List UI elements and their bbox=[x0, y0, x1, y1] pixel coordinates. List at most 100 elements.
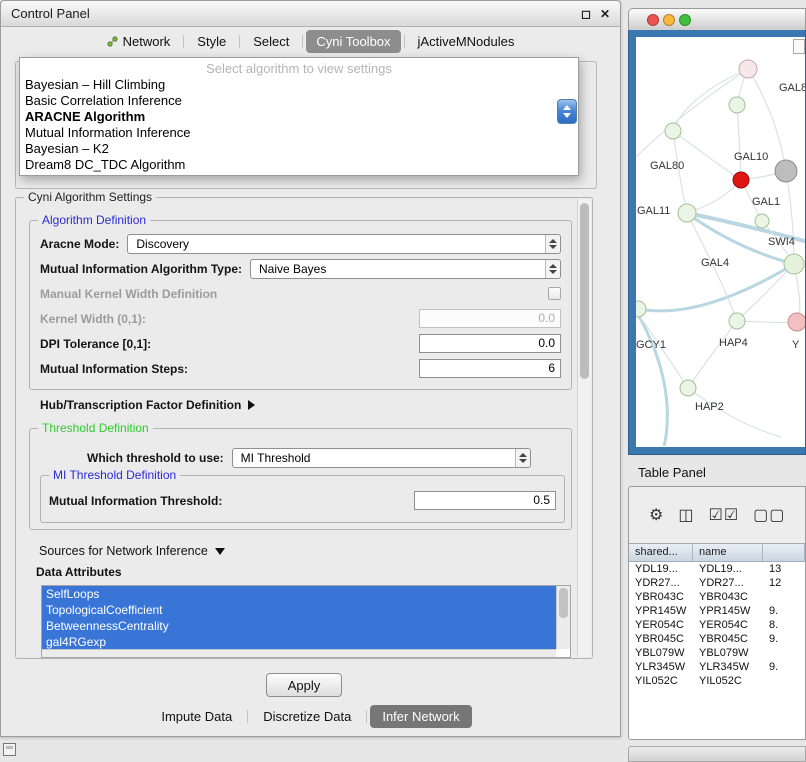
minimize-traffic-light[interactable] bbox=[663, 14, 675, 26]
attribute-table: shared...name YDL19...YDL19...13YDR27...… bbox=[629, 543, 805, 739]
network-edge bbox=[636, 69, 748, 157]
table-row[interactable]: YDL19...YDL19...13 bbox=[629, 562, 805, 576]
network-node[interactable] bbox=[680, 380, 696, 396]
tab-label: jActiveMNodules bbox=[418, 34, 515, 49]
algorithm-combo-stepper[interactable] bbox=[557, 99, 577, 124]
algorithm-option-bayesian-k2[interactable]: Bayesian – K2 bbox=[20, 141, 578, 157]
column-header-extra[interactable] bbox=[763, 544, 805, 561]
network-node[interactable] bbox=[775, 160, 797, 182]
list-horizontal-scrollbar[interactable] bbox=[42, 649, 556, 657]
table-cell: YDL19... bbox=[693, 562, 763, 576]
mi-steps-field[interactable]: 6 bbox=[419, 359, 561, 378]
network-node-label: GAL4 bbox=[701, 257, 729, 269]
list-vertical-scrollbar[interactable] bbox=[556, 586, 570, 649]
attribute-item-selfloops[interactable]: SelfLoops bbox=[42, 586, 556, 602]
algorithm-definition-title: Algorithm Definition bbox=[38, 213, 150, 227]
algorithm-option-basic-correlation-inference[interactable]: Basic Correlation Inference bbox=[20, 93, 578, 109]
table-row[interactable]: YPR145WYPR145W9. bbox=[629, 604, 805, 618]
table-row[interactable]: YBR043CYBR043C bbox=[629, 590, 805, 604]
scrollbar-thumb[interactable] bbox=[559, 588, 568, 618]
apply-button[interactable]: Apply bbox=[266, 673, 342, 697]
table-cell: YIL052C bbox=[693, 674, 763, 688]
network-node[interactable] bbox=[739, 60, 757, 78]
algorithm-option-aracne-algorithm[interactable]: ARACNE Algorithm bbox=[20, 109, 578, 125]
tab-infer-network[interactable]: Infer Network bbox=[370, 705, 471, 728]
mi-algorithm-type-select[interactable]: Naive Bayes bbox=[250, 259, 561, 279]
network-node-label: SWI4 bbox=[768, 236, 795, 248]
column-header-name[interactable]: name bbox=[693, 544, 763, 561]
control-panel-titlebar[interactable]: Control Panel ◻ ✕ bbox=[1, 1, 620, 27]
dock-panel-icon[interactable] bbox=[3, 743, 16, 756]
tab-network[interactable]: Network bbox=[97, 30, 181, 53]
network-window-titlebar[interactable] bbox=[628, 8, 806, 30]
mi-threshold-field[interactable]: 0.5 bbox=[414, 491, 556, 510]
close-icon[interactable]: ✕ bbox=[600, 8, 610, 20]
table-cell bbox=[763, 646, 805, 660]
tab-separator bbox=[302, 35, 303, 48]
select-all-icon[interactable]: ☑☑ bbox=[708, 505, 739, 525]
network-node[interactable] bbox=[784, 254, 804, 274]
table-row[interactable]: YDR27...YDR27...12 bbox=[629, 576, 805, 590]
manual-kernel-checkbox[interactable] bbox=[548, 287, 561, 300]
attribute-item-betweennesscentrality[interactable]: BetweennessCentrality bbox=[42, 618, 556, 634]
table-cell: 9. bbox=[763, 632, 805, 646]
network-node[interactable] bbox=[636, 301, 646, 317]
mi-threshold-label: Mutual Information Threshold: bbox=[49, 494, 222, 508]
zoom-traffic-light[interactable] bbox=[679, 14, 691, 26]
network-node[interactable] bbox=[729, 313, 745, 329]
table-row[interactable]: YBL079WYBL079W bbox=[629, 646, 805, 660]
aracne-mode-select[interactable]: Discovery bbox=[127, 234, 561, 254]
tab-discretize-data[interactable]: Discretize Data bbox=[251, 705, 363, 728]
settings-scrollbar[interactable] bbox=[577, 199, 591, 657]
close-traffic-light[interactable] bbox=[647, 14, 659, 26]
settings-gear-icon[interactable]: ⚙ bbox=[649, 505, 664, 525]
table-cell: 8. bbox=[763, 618, 805, 632]
algorithm-option-mutual-information-inference[interactable]: Mutual Information Inference bbox=[20, 125, 578, 141]
tab-separator bbox=[247, 710, 248, 723]
float-window-icon[interactable]: ◻ bbox=[581, 8, 591, 20]
network-node[interactable] bbox=[788, 313, 805, 331]
column-header-shared[interactable]: shared... bbox=[629, 544, 693, 561]
mi-type-label: Mutual Information Algorithm Type: bbox=[40, 262, 242, 276]
threshold-definition-group: Threshold Definition Which threshold to … bbox=[29, 428, 572, 530]
table-row[interactable]: YIL052CYIL052C bbox=[629, 674, 805, 688]
algorithm-definition-group: Algorithm Definition Aracne Mode: Discov… bbox=[29, 220, 572, 390]
network-node[interactable] bbox=[729, 97, 745, 113]
table-row[interactable]: YBR045CYBR045C9. bbox=[629, 632, 805, 646]
dropdown-options: Bayesian – Hill ClimbingBasic Correlatio… bbox=[20, 77, 578, 173]
tab-select[interactable]: Select bbox=[243, 30, 299, 53]
table-row[interactable]: YLR345WYLR345W9. bbox=[629, 660, 805, 674]
network-node-label: GCY1 bbox=[636, 339, 666, 351]
algorithm-option-bayesian-hill-climbing[interactable]: Bayesian – Hill Climbing bbox=[20, 77, 578, 93]
network-node[interactable] bbox=[733, 172, 749, 188]
column-layout-icon[interactable]: ◫ bbox=[678, 505, 694, 525]
deselect-all-icon[interactable]: ▢▢ bbox=[753, 505, 785, 525]
network-node[interactable] bbox=[665, 123, 681, 139]
attribute-item-gal4rgexp[interactable]: gal4RGexp bbox=[42, 634, 556, 649]
tab-cyni-toolbox[interactable]: Cyni Toolbox bbox=[306, 30, 400, 53]
kernel-width-field[interactable]: 0.0 bbox=[419, 309, 561, 328]
dpi-tolerance-label: DPI Tolerance [0,1]: bbox=[40, 337, 151, 351]
combo-arrows-icon bbox=[545, 235, 560, 253]
hub-definition-toggle[interactable]: Hub/Transcription Factor Definition bbox=[40, 398, 255, 412]
table-cell: 13 bbox=[763, 562, 805, 576]
threshold-type-select[interactable]: MI Threshold bbox=[232, 448, 531, 468]
tab-style[interactable]: Style bbox=[187, 30, 236, 53]
data-attributes-list[interactable]: SelfLoopsTopologicalCoefficientBetweenne… bbox=[41, 585, 571, 658]
network-edge bbox=[636, 308, 667, 446]
threshold-type-label: Which threshold to use: bbox=[87, 451, 224, 465]
tab-jactivemnodules[interactable]: jActiveMNodules bbox=[408, 30, 525, 53]
canvas-scroll-corner[interactable] bbox=[793, 39, 805, 54]
table-row[interactable]: YER054CYER054C8. bbox=[629, 618, 805, 632]
tab-impute-data[interactable]: Impute Data bbox=[149, 705, 244, 728]
sources-toggle[interactable]: Sources for Network Inference bbox=[39, 544, 225, 558]
attribute-item-topologicalcoefficient[interactable]: TopologicalCoefficient bbox=[42, 602, 556, 618]
scrollbar-thumb[interactable] bbox=[580, 203, 589, 379]
collapsed-panel-bar[interactable] bbox=[628, 746, 806, 762]
network-node[interactable] bbox=[678, 204, 696, 222]
algorithm-option-dream8-dc-tdc-algorithm[interactable]: Dream8 DC_TDC Algorithm bbox=[20, 157, 578, 173]
dpi-tolerance-field[interactable]: 0.0 bbox=[419, 334, 561, 353]
network-canvas[interactable]: GAL8GAL80GAL10GAL11GAL1SWI4GAL4GCY1HAP4H… bbox=[636, 37, 805, 447]
table-cell: YER054C bbox=[629, 618, 693, 632]
network-node[interactable] bbox=[755, 214, 769, 228]
